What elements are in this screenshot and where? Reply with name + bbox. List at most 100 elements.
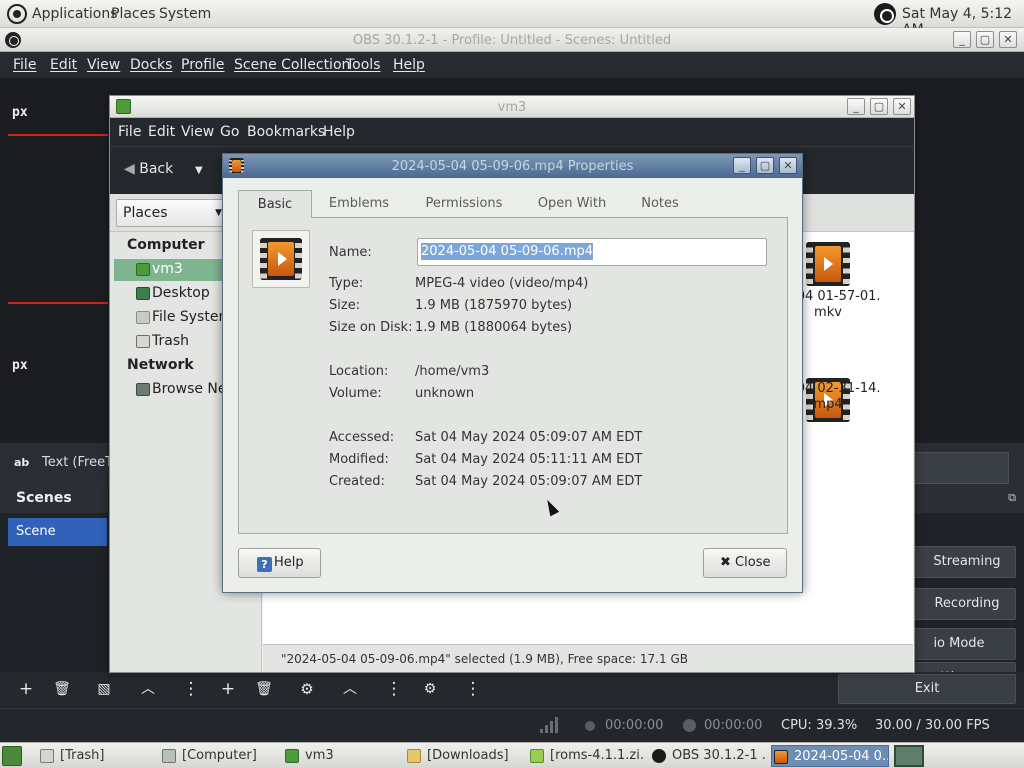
fps-readout: 30.00 / 30.00 FPS	[875, 718, 990, 733]
taskbar-item-downloads[interactable]: [Downloads]	[405, 745, 521, 767]
maximize-button[interactable]: ▢	[870, 98, 888, 115]
close-dialog-button[interactable]: ✖ Close	[703, 548, 787, 578]
tab-open-with[interactable]: Open With	[522, 190, 622, 218]
obs-tray-icon[interactable]	[874, 3, 896, 25]
fm-menu-bookmarks[interactable]: Bookmarks	[247, 124, 325, 140]
modified-value: Sat 04 May 2024 05:11:11 AM EDT	[415, 452, 643, 467]
close-button[interactable]: ✕	[779, 157, 797, 174]
source-name[interactable]: Text (FreeT	[42, 455, 113, 470]
places-label: Places	[123, 205, 168, 221]
show-desktop-icon[interactable]	[2, 746, 22, 766]
tab-basic[interactable]: Basic	[238, 190, 312, 219]
obs-menu-view[interactable]: View	[87, 57, 120, 73]
remove-scene-icon[interactable]: 🗑	[48, 676, 76, 702]
fm-titlebar[interactable]: vm3 _ ▢ ✕	[110, 96, 914, 118]
scene-more-icon[interactable]: ⋮	[177, 676, 205, 702]
sidebar-item-label: File System	[152, 309, 233, 325]
tab-emblems[interactable]: Emblems	[312, 190, 406, 218]
obs-menu-docks[interactable]: Docks	[130, 57, 172, 73]
taskbar-item-trash[interactable]: [Trash]	[38, 745, 154, 767]
back-label: Back	[139, 161, 174, 177]
minimize-button[interactable]: _	[733, 157, 751, 174]
fm-menu-edit[interactable]: Edit	[148, 124, 175, 140]
taskbar-item-roms[interactable]: [roms-4.1.1.zi...	[528, 745, 644, 767]
tab-notes[interactable]: Notes	[622, 190, 698, 218]
add-source-icon[interactable]: +	[214, 676, 242, 702]
source-properties-icon[interactable]: ⚙	[293, 676, 321, 702]
obs-menu-edit[interactable]: Edit	[50, 57, 77, 73]
maximize-button[interactable]: ▢	[756, 157, 774, 174]
minimize-button[interactable]: _	[953, 31, 971, 48]
taskbar-item-computer[interactable]: [Computer]	[160, 745, 276, 767]
button-label: Exit	[914, 681, 940, 696]
distro-logo-icon[interactable]	[7, 4, 27, 24]
obs-menu-scene-collection[interactable]: Scene Collection	[234, 57, 350, 73]
trash-icon	[136, 335, 150, 348]
scene-list-item[interactable]: Scene	[8, 518, 107, 546]
field-label: Type:	[329, 276, 364, 291]
dialog-titlebar[interactable]: 2024-05-04 05-09-06.mp4 Properties _ ▢ ✕	[223, 154, 802, 178]
name-label: Name:	[329, 245, 372, 260]
video-file-icon	[774, 750, 788, 764]
stream-status-icon	[585, 721, 595, 731]
help-label: Help	[274, 555, 304, 570]
dialog-tabs: Basic Emblems Permissions Open With Note…	[238, 190, 788, 219]
taskbar-label: [Trash]	[60, 748, 105, 763]
maximize-button[interactable]: ▢	[976, 31, 994, 48]
move-scene-up-icon[interactable]: ︿	[134, 676, 162, 702]
size-on-disk-value: 1.9 MB (1880064 bytes)	[415, 320, 573, 335]
field-label: Volume:	[329, 386, 382, 401]
mixer-settings-icon[interactable]: ⚙	[416, 676, 444, 702]
field-label: Location:	[329, 364, 389, 379]
places-menu[interactable]: Places	[111, 6, 156, 22]
fm-menu-file[interactable]: File	[118, 124, 141, 140]
obs-menu-tools[interactable]: Tools	[346, 57, 381, 73]
system-menu[interactable]: System	[159, 6, 211, 22]
taskbar-item-vm3[interactable]: vm3	[283, 745, 399, 767]
fm-menu-go[interactable]: Go	[220, 124, 239, 140]
obs-titlebar[interactable]: OBS 30.1.2-1 - Profile: Untitled - Scene…	[0, 28, 1024, 52]
help-button[interactable]: ? Help	[238, 548, 321, 578]
mixer-more-icon[interactable]: ⋮	[459, 676, 487, 702]
source-more-icon[interactable]: ⋮	[380, 676, 408, 702]
undock-icon[interactable]: ⧉	[1008, 491, 1016, 505]
obs-menu-help[interactable]: Help	[393, 57, 425, 73]
move-source-up-icon[interactable]: ︿	[336, 676, 364, 702]
taskbar-item-obs[interactable]: OBS 30.1.2-1 ...	[650, 745, 766, 767]
cpu-usage: CPU: 39.3%	[781, 718, 858, 733]
folder-icon	[407, 749, 421, 763]
desktop-icon	[136, 287, 150, 300]
fm-menu-view[interactable]: View	[181, 124, 214, 140]
close-button[interactable]: ✕	[893, 98, 911, 115]
obs-logo-icon	[652, 749, 666, 763]
stream-time: 00:00:00	[605, 718, 664, 733]
scenes-dock-header: Scenes	[0, 485, 108, 513]
preview-label: px	[12, 105, 28, 120]
fm-menu-help[interactable]: Help	[323, 124, 355, 140]
taskbar-label: [Computer]	[182, 748, 257, 763]
close-button[interactable]: ✕	[999, 31, 1017, 48]
tab-permissions[interactable]: Permissions	[406, 190, 522, 218]
trash-icon	[40, 749, 54, 763]
minimize-button[interactable]: _	[847, 98, 865, 115]
folder-icon	[285, 749, 299, 763]
source-field[interactable]	[904, 452, 1009, 484]
scene-filters-icon[interactable]: ▧	[90, 676, 118, 702]
obs-menu-profile[interactable]: Profile	[181, 57, 225, 73]
name-field[interactable]: 2024-05-04 05-09-06.mp4	[417, 238, 767, 266]
video-file-icon[interactable]	[806, 242, 850, 286]
add-scene-icon[interactable]: +	[12, 676, 40, 702]
sidebar-header-network: Network	[127, 357, 194, 373]
obs-menu-file[interactable]: File	[13, 57, 36, 73]
workspace-switcher[interactable]	[894, 745, 924, 767]
created-value: Sat 04 May 2024 05:09:07 AM EDT	[415, 474, 643, 489]
exit-button[interactable]: Exit	[838, 674, 1016, 704]
places-dropdown[interactable]: Places ▼	[116, 199, 228, 227]
taskbar-item-properties[interactable]: 2024-05-04 0...	[771, 745, 889, 767]
back-history-dropdown-icon[interactable]: ▼	[195, 165, 203, 176]
remove-source-icon[interactable]: 🗑	[250, 676, 278, 702]
record-status-icon	[683, 719, 696, 732]
applications-menu[interactable]: Applications	[32, 6, 118, 22]
back-button[interactable]: ◀ Back	[124, 161, 173, 177]
file-icon-button[interactable]	[252, 230, 310, 288]
